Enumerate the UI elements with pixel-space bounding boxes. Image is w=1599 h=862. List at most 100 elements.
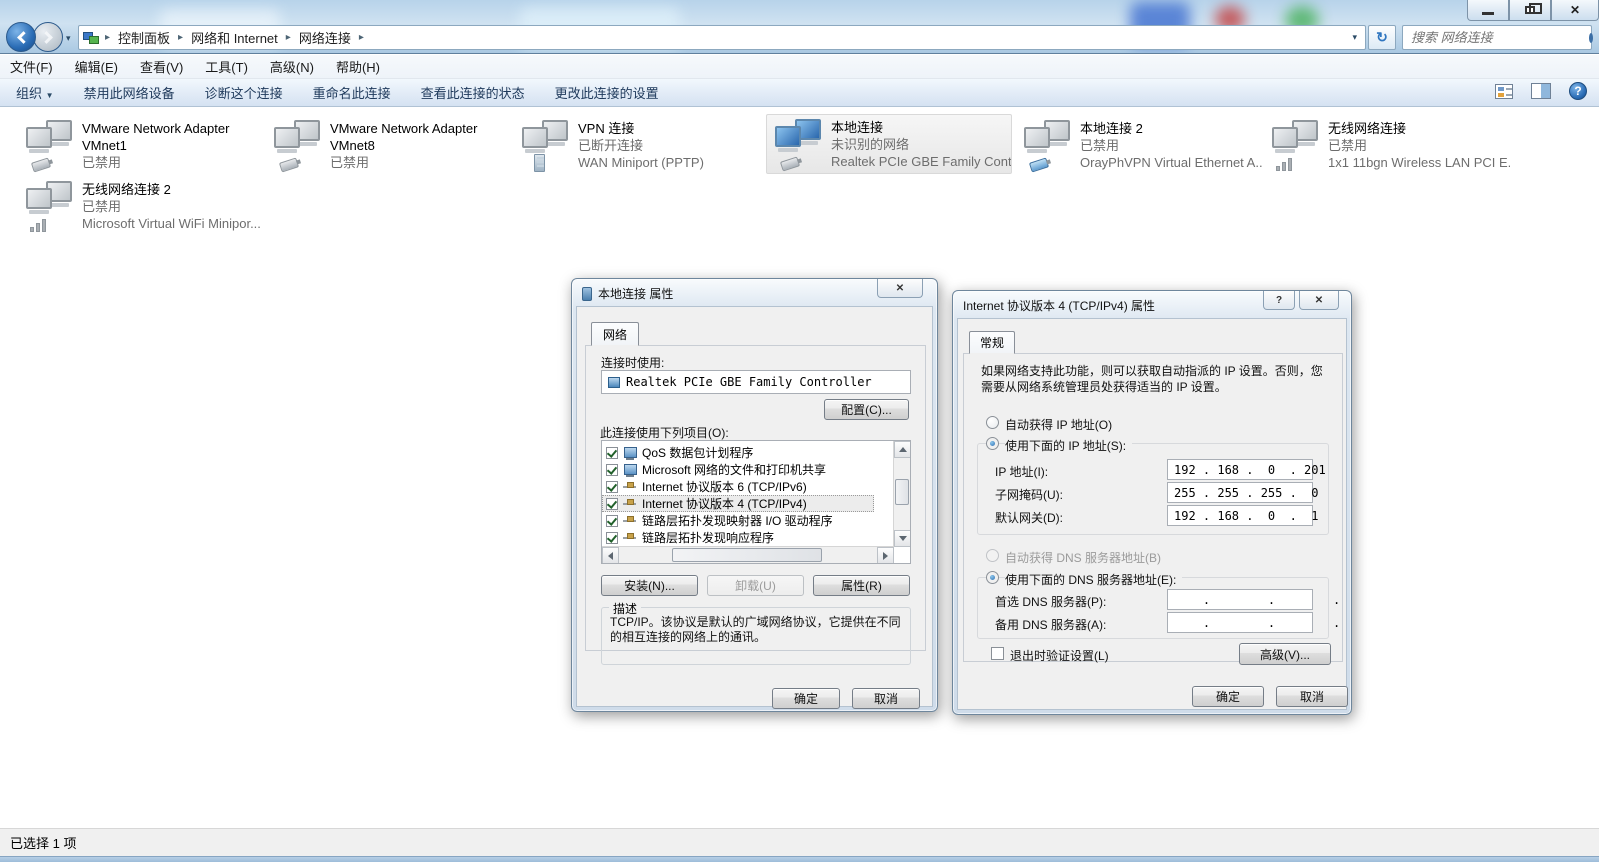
view-options-icon[interactable] bbox=[1495, 84, 1513, 99]
breadcrumb-arrow-icon: ▸ bbox=[284, 32, 293, 43]
preferred-dns-field[interactable]: . . . bbox=[1167, 589, 1313, 610]
adapter-device: OrayPhVPN Virtual Ethernet A... bbox=[1080, 154, 1262, 171]
menu-view[interactable]: 查看(V) bbox=[140, 57, 183, 76]
checkbox-checked[interactable] bbox=[606, 515, 618, 527]
breadcrumb-network-internet[interactable]: 网络和 Internet bbox=[185, 28, 284, 47]
search-icon bbox=[1589, 33, 1593, 43]
recent-pages-dropdown[interactable]: ▾ bbox=[66, 33, 71, 44]
list-item-ipv4[interactable]: Internet 协议版本 4 (TCP/IPv4) bbox=[602, 495, 874, 512]
adapter-tile-vpn[interactable]: VPN 连接 已断开连接 WAN Miniport (PPTP) bbox=[514, 116, 760, 176]
cancel-button[interactable]: 取消 bbox=[1276, 686, 1348, 707]
back-button[interactable] bbox=[6, 22, 36, 52]
advanced-button[interactable]: 高级(V)... bbox=[1239, 643, 1331, 665]
change-settings-button[interactable]: 更改此连接的设置 bbox=[555, 83, 659, 102]
menu-bar: 文件(F) 编辑(E) 查看(V) 工具(T) 高级(N) 帮助(H) bbox=[0, 55, 1599, 79]
protocol-icon bbox=[623, 481, 637, 493]
checkbox-checked[interactable] bbox=[606, 532, 618, 544]
alternate-dns-field[interactable]: . . . bbox=[1167, 612, 1313, 633]
adapter-name: 无线网络连接 bbox=[1328, 120, 1506, 137]
tab-general[interactable]: 常规 bbox=[969, 331, 1015, 354]
dialog-help-button[interactable]: ? bbox=[1263, 291, 1295, 310]
service-icon bbox=[623, 447, 637, 459]
address-dropdown-icon[interactable]: ▾ bbox=[1352, 32, 1357, 43]
breadcrumb-network-connections[interactable]: 网络连接 bbox=[293, 28, 357, 47]
protocol-icon bbox=[623, 498, 637, 510]
close-button[interactable]: ✕ bbox=[1551, 0, 1599, 21]
protocol-icon bbox=[623, 515, 637, 527]
ethernet-plug-icon bbox=[1029, 157, 1049, 172]
breadcrumb-control-panel[interactable]: 控制面板 bbox=[112, 28, 176, 47]
disable-device-button[interactable]: 禁用此网络设备 bbox=[84, 83, 175, 102]
radio-auto-dns[interactable] bbox=[986, 549, 999, 562]
tab-network[interactable]: 网络 bbox=[591, 322, 639, 346]
validate-settings-checkbox[interactable] bbox=[991, 647, 1004, 660]
search-input[interactable] bbox=[1403, 30, 1589, 45]
forward-icon bbox=[40, 31, 53, 44]
diagnose-connection-button[interactable]: 诊断这个连接 bbox=[205, 83, 283, 102]
intro-text: 如果网络支持此功能，则可以获取自动指派的 IP 设置。否则，您需要从网络系统管理… bbox=[981, 363, 1329, 395]
breadcrumb-arrow-icon: ▸ bbox=[103, 32, 112, 43]
checkbox-checked[interactable] bbox=[606, 481, 618, 493]
restore-button[interactable] bbox=[1509, 0, 1551, 21]
scroll-left-button[interactable] bbox=[602, 547, 619, 564]
subnet-mask-label: 子网掩码(U): bbox=[995, 486, 1063, 503]
preview-pane-icon[interactable] bbox=[1531, 83, 1551, 99]
subnet-mask-field[interactable]: 255 . 255 . 255 . 0 bbox=[1167, 482, 1313, 503]
adapter-status: 已禁用 bbox=[1080, 137, 1262, 154]
dialog-close-button[interactable]: ✕ bbox=[1299, 291, 1339, 310]
help-icon[interactable]: ? bbox=[1569, 82, 1587, 100]
radio-auto-ip[interactable] bbox=[986, 416, 999, 429]
uninstall-button[interactable]: 卸载(U) bbox=[707, 575, 804, 596]
refresh-button[interactable]: ↻ bbox=[1368, 25, 1396, 50]
checkbox-checked[interactable] bbox=[606, 498, 618, 510]
list-item-qos[interactable]: QoS 数据包计划程序 bbox=[602, 444, 874, 461]
configure-button[interactable]: 配置(C)... bbox=[824, 399, 909, 420]
ip-address-field[interactable]: 192 . 168 . 0 . 201 bbox=[1167, 459, 1313, 480]
dialog-close-button[interactable]: ✕ bbox=[877, 279, 923, 298]
adapter-tile-local-connection-2[interactable]: 本地连接 2 已禁用 OrayPhVPN Virtual Ethernet A.… bbox=[1016, 116, 1262, 176]
menu-tools[interactable]: 工具(T) bbox=[205, 57, 248, 76]
adapter-tile-vmnet8[interactable]: VMware Network Adapter VMnet8 已禁用 bbox=[266, 116, 512, 176]
list-item-lltd-mapper[interactable]: 链路层拓扑发现映射器 I/O 驱动程序 bbox=[602, 512, 874, 529]
cancel-button[interactable]: 取消 bbox=[852, 688, 920, 709]
menu-advanced[interactable]: 高级(N) bbox=[270, 57, 314, 76]
menu-file[interactable]: 文件(F) bbox=[10, 57, 53, 76]
forward-button[interactable] bbox=[33, 22, 63, 52]
network-adapter-icon bbox=[518, 118, 574, 172]
adapter-tile-wireless-2[interactable]: 无线网络连接 2 已禁用 Microsoft Virtual WiFi Mini… bbox=[18, 177, 264, 237]
connection-icon bbox=[582, 287, 592, 301]
rename-connection-button[interactable]: 重命名此连接 bbox=[313, 83, 391, 102]
breadcrumb[interactable]: ▸ 控制面板 ▸ 网络和 Internet ▸ 网络连接 ▸ ▾ bbox=[78, 25, 1366, 50]
list-item-ipv6[interactable]: Internet 协议版本 6 (TCP/IPv6) bbox=[602, 478, 874, 495]
list-item-lltd-responder[interactable]: 链路层拓扑发现响应程序 bbox=[602, 529, 874, 546]
checkbox-checked[interactable] bbox=[606, 464, 618, 476]
adapter-status: 已断开连接 bbox=[578, 137, 704, 154]
adapter-tile-wireless[interactable]: 无线网络连接 已禁用 1x1 11bgn Wireless LAN PCI E.… bbox=[1264, 116, 1510, 176]
menu-help[interactable]: 帮助(H) bbox=[336, 57, 380, 76]
adapter-name: VMware Network Adapter VMnet1 bbox=[82, 120, 260, 154]
adapter-tile-local-connection[interactable]: 本地连接 未识别的网络 Realtek PCIe GBE Family Cont… bbox=[766, 114, 1012, 174]
properties-button[interactable]: 属性(R) bbox=[813, 575, 910, 596]
default-gateway-field[interactable]: 192 . 168 . 0 . 1 bbox=[1167, 505, 1313, 526]
ok-button[interactable]: 确定 bbox=[772, 688, 840, 709]
install-button[interactable]: 安装(N)... bbox=[601, 575, 698, 596]
horizontal-scrollbar[interactable] bbox=[602, 546, 894, 563]
menu-edit[interactable]: 编辑(E) bbox=[75, 57, 118, 76]
radio-manual-dns[interactable] bbox=[986, 571, 999, 584]
list-item-file-sharing[interactable]: Microsoft 网络的文件和打印机共享 bbox=[602, 461, 874, 478]
checkbox-checked[interactable] bbox=[606, 447, 618, 459]
ethernet-plug-icon bbox=[780, 156, 800, 171]
scroll-right-button[interactable] bbox=[877, 547, 894, 564]
vertical-scrollbar[interactable] bbox=[893, 441, 910, 547]
scroll-thumb[interactable] bbox=[895, 479, 909, 505]
minimize-button[interactable] bbox=[1467, 0, 1509, 21]
scroll-up-button[interactable] bbox=[894, 441, 911, 458]
view-status-button[interactable]: 查看此连接的状态 bbox=[421, 83, 525, 102]
scroll-thumb[interactable] bbox=[672, 548, 822, 562]
organize-button[interactable]: 组织 ▼ bbox=[16, 83, 54, 102]
scroll-down-button[interactable] bbox=[894, 530, 911, 547]
ok-button[interactable]: 确定 bbox=[1192, 686, 1264, 707]
adapter-tile-vmnet1[interactable]: VMware Network Adapter VMnet1 已禁用 bbox=[18, 116, 264, 176]
radio-manual-ip[interactable] bbox=[986, 437, 999, 450]
breadcrumb-arrow-icon: ▸ bbox=[176, 32, 185, 43]
